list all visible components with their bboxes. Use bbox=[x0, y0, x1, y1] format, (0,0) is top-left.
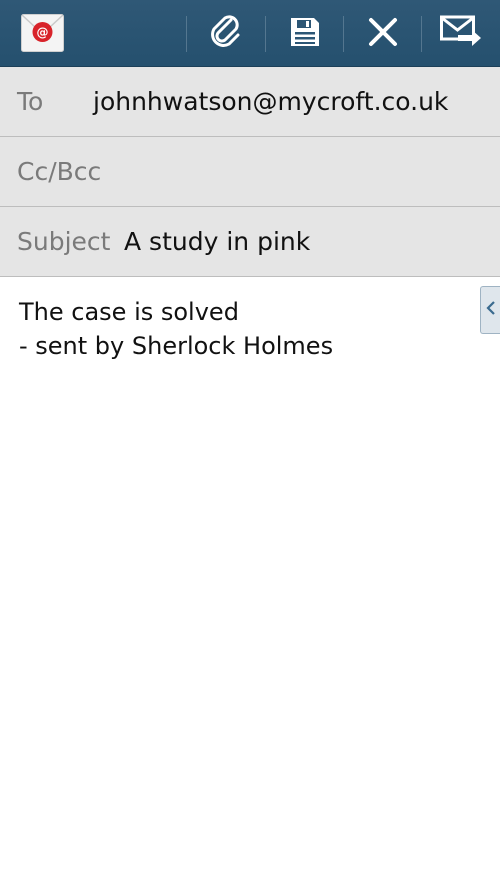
side-panel-handle[interactable] bbox=[480, 286, 500, 334]
body-line: - sent by Sherlock Holmes bbox=[19, 332, 334, 360]
save-button[interactable] bbox=[266, 0, 344, 67]
message-body-editor[interactable]: The case is solved - sent by Sherlock Ho… bbox=[0, 277, 500, 889]
to-field-row[interactable]: To johnhwatson@mycroft.co.uk bbox=[0, 67, 500, 137]
attach-button[interactable] bbox=[187, 0, 265, 67]
subject-input[interactable]: A study in pink bbox=[124, 207, 310, 277]
close-icon bbox=[368, 17, 398, 51]
to-input[interactable]: johnhwatson@mycroft.co.uk bbox=[93, 67, 448, 137]
save-icon bbox=[289, 16, 321, 52]
subject-label: Subject bbox=[17, 227, 111, 256]
send-mail-icon bbox=[440, 15, 482, 53]
email-app-icon[interactable]: @ bbox=[21, 14, 64, 52]
svg-text:@: @ bbox=[37, 26, 49, 40]
cc-bcc-field-row[interactable]: Cc/Bcc bbox=[0, 137, 500, 207]
subject-field-row[interactable]: Subject A study in pink bbox=[0, 207, 500, 277]
body-line: The case is solved bbox=[19, 298, 239, 326]
to-label: To bbox=[17, 87, 44, 116]
discard-button[interactable] bbox=[344, 0, 422, 67]
cc-bcc-label: Cc/Bcc bbox=[17, 157, 102, 186]
chevron-left-icon bbox=[485, 300, 496, 320]
send-button[interactable] bbox=[422, 0, 500, 67]
action-bar: @ bbox=[0, 0, 500, 67]
paperclip-icon bbox=[209, 14, 243, 54]
